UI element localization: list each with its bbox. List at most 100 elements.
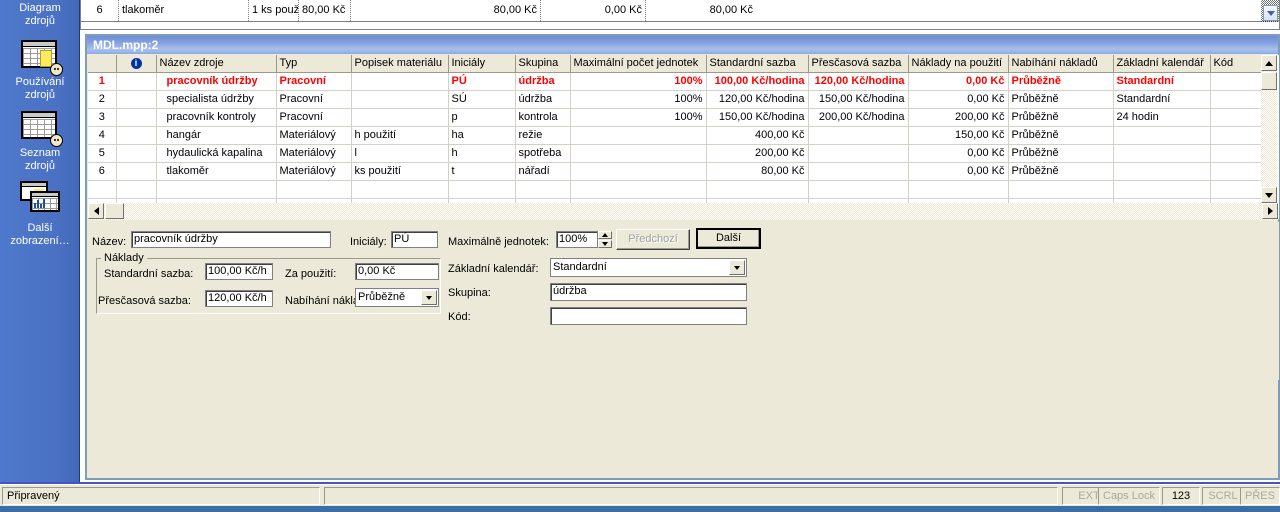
cell-empty[interactable] <box>156 180 277 199</box>
cell-empty[interactable] <box>908 180 1009 199</box>
chevron-down-icon[interactable] <box>729 260 745 275</box>
cell-name[interactable]: hangár <box>156 126 277 145</box>
cell-initials[interactable]: p <box>448 108 516 127</box>
cell-initials[interactable]: SÚ <box>448 90 516 109</box>
row-number[interactable]: 2 <box>88 90 117 109</box>
table-row[interactable]: 6 tlakoměr Materiálový ks použití t nářadí 80,… <box>88 162 1264 181</box>
sidebar-item-more-views[interactable]: Další zobrazení… <box>0 178 79 254</box>
cell-empty[interactable] <box>1008 180 1114 199</box>
cell-std-rate[interactable]: 120,00 Kč/hodina <box>706 90 809 109</box>
table-row[interactable]: 2 specialista údržby Pracovní SÚ údržba 100% 1… <box>88 90 1264 109</box>
cell-name[interactable]: tlakoměr <box>156 162 277 181</box>
cell-accrue[interactable]: Průběžně <box>1008 108 1114 127</box>
cell-code[interactable] <box>1210 90 1264 109</box>
column-header[interactable]: Základní kalendář <box>1113 55 1211 73</box>
cell-indicator[interactable] <box>116 108 157 127</box>
cell-material-label[interactable] <box>351 108 449 127</box>
cell-std-rate[interactable]: 200,00 Kč <box>706 144 809 163</box>
cell-ovt-rate[interactable] <box>808 162 909 181</box>
cell-code[interactable] <box>1210 144 1264 163</box>
column-header[interactable]: Název zdroje <box>156 55 277 73</box>
table-row[interactable]: 4 hangár Materiálový h použití ha režie 400,00… <box>88 126 1264 145</box>
scroll-up-button[interactable] <box>1261 55 1277 71</box>
cell-empty[interactable] <box>351 180 449 199</box>
cell-calendar[interactable]: Standardní <box>1113 90 1211 109</box>
column-header[interactable]: Přesčasová sazba <box>808 55 909 73</box>
cell-cost-per-use[interactable]: 200,00 Kč <box>908 108 1009 127</box>
cell-material-label[interactable] <box>351 72 449 91</box>
cell-name[interactable]: pracovník údržby <box>156 72 277 91</box>
cell-type[interactable]: Materiálový <box>276 144 352 163</box>
row-number[interactable]: 3 <box>88 108 117 127</box>
cell-initials[interactable]: h <box>448 144 516 163</box>
cell-accrue[interactable]: Průběžně <box>1008 90 1114 109</box>
cell-type[interactable]: Materiálový <box>276 126 352 145</box>
cell-ovt-rate[interactable] <box>808 126 909 145</box>
cell-empty[interactable] <box>570 180 707 199</box>
cell-name[interactable]: pracovník kontroly <box>156 108 277 127</box>
background-view-scrollbar[interactable] <box>1261 0 1279 28</box>
cell-type[interactable]: Pracovní <box>276 72 352 91</box>
cell-max-units[interactable]: 100% <box>570 90 707 109</box>
cell-accrue[interactable]: Průběžně <box>1008 162 1114 181</box>
column-header[interactable]: Maximální počet jednotek <box>570 55 707 73</box>
initials-input[interactable]: PÚ <box>391 231 438 248</box>
cell-code[interactable] <box>1210 108 1264 127</box>
child-window-titlebar[interactable]: MDL.mpp:2 <box>87 36 1278 54</box>
base-calendar-combo[interactable]: Standardní <box>550 258 747 277</box>
cell-cost-per-use[interactable]: 0,00 Kč <box>908 72 1009 91</box>
cell-material-label[interactable]: h použití <box>351 126 449 145</box>
cell-ovt-rate[interactable] <box>808 144 909 163</box>
cell-material-label[interactable]: l <box>351 144 449 163</box>
scroll-thumb[interactable] <box>1261 72 1277 90</box>
sheet-horizontal-scrollbar[interactable] <box>88 203 1278 220</box>
cell-ovt-rate[interactable]: 150,00 Kč/hodina <box>808 90 909 109</box>
column-header[interactable]: Typ <box>276 55 352 73</box>
cell-type[interactable]: Pracovní <box>276 90 352 109</box>
row-number[interactable]: 6 <box>88 162 117 181</box>
cell-std-rate[interactable]: 400,00 Kč <box>706 126 809 145</box>
accrue-combo[interactable]: Průběžně <box>355 288 439 307</box>
cell-ovt-rate[interactable]: 120,00 Kč/hodina <box>808 72 909 91</box>
scroll-right-button[interactable] <box>1262 203 1278 219</box>
cell-max-units[interactable] <box>570 162 707 181</box>
cell-type[interactable]: Pracovní <box>276 108 352 127</box>
table-row[interactable]: 6 tlakoměr 1 ks použ 80,00 Kč 80,00 Kč 0… <box>81 0 1279 22</box>
cell-calendar[interactable]: Standardní <box>1113 72 1211 91</box>
cell-cost-per-use[interactable]: 0,00 Kč <box>908 90 1009 109</box>
table-row-empty[interactable] <box>88 180 1264 199</box>
chevron-down-icon[interactable] <box>421 290 437 305</box>
scroll-down-button[interactable] <box>1263 5 1278 21</box>
cell-initials[interactable]: ha <box>448 126 516 145</box>
cell-indicator[interactable] <box>116 126 157 145</box>
cell-accrue[interactable]: Průběžně <box>1008 126 1114 145</box>
cell-ovt-rate[interactable]: 200,00 Kč/hodina <box>808 108 909 127</box>
sidebar-item-resource-usage[interactable]: Používání zdrojů <box>0 36 79 108</box>
cell-code[interactable] <box>1210 126 1264 145</box>
cell-cost-per-use[interactable]: 150,00 Kč <box>908 126 1009 145</box>
cell-cost-per-use[interactable]: 0,00 Kč <box>908 162 1009 181</box>
sidebar-item-resource-sheet[interactable]: Seznam zdrojů <box>0 107 79 179</box>
row-number[interactable]: 1 <box>88 72 117 91</box>
cell-calendar[interactable] <box>1113 162 1211 181</box>
overtime-rate-input[interactable]: 120,00 Kč/h <box>205 290 273 307</box>
cell-empty[interactable] <box>116 180 157 199</box>
cell-empty[interactable] <box>1210 180 1264 199</box>
table-row[interactable]: 1 pracovník údržby Pracovní PÚ údržba 100% 100… <box>88 72 1264 91</box>
next-button[interactable]: Další <box>696 228 761 249</box>
cell-cost-per-use[interactable]: 0,00 Kč <box>908 144 1009 163</box>
cell-initials[interactable]: PÚ <box>448 72 516 91</box>
cell-empty[interactable] <box>448 180 516 199</box>
scroll-down-button[interactable] <box>1261 187 1277 203</box>
column-header-select-all[interactable] <box>88 55 117 73</box>
cell-type[interactable]: Materiálový <box>276 162 352 181</box>
cell-calendar[interactable]: 24 hodin <box>1113 108 1211 127</box>
cell-name[interactable]: specialista údržby <box>156 90 277 109</box>
cell-indicator[interactable] <box>116 144 157 163</box>
cell-accrue[interactable]: Průběžně <box>1008 72 1114 91</box>
table-row[interactable]: 3 pracovník kontroly Pracovní p kontrola 100%… <box>88 108 1264 127</box>
previous-button[interactable]: Předchozí <box>616 229 690 250</box>
cell-code[interactable] <box>1210 162 1264 181</box>
standard-rate-input[interactable]: 100,00 Kč/h <box>205 263 273 280</box>
cell-name[interactable]: hydaulická kapalina <box>156 144 277 163</box>
